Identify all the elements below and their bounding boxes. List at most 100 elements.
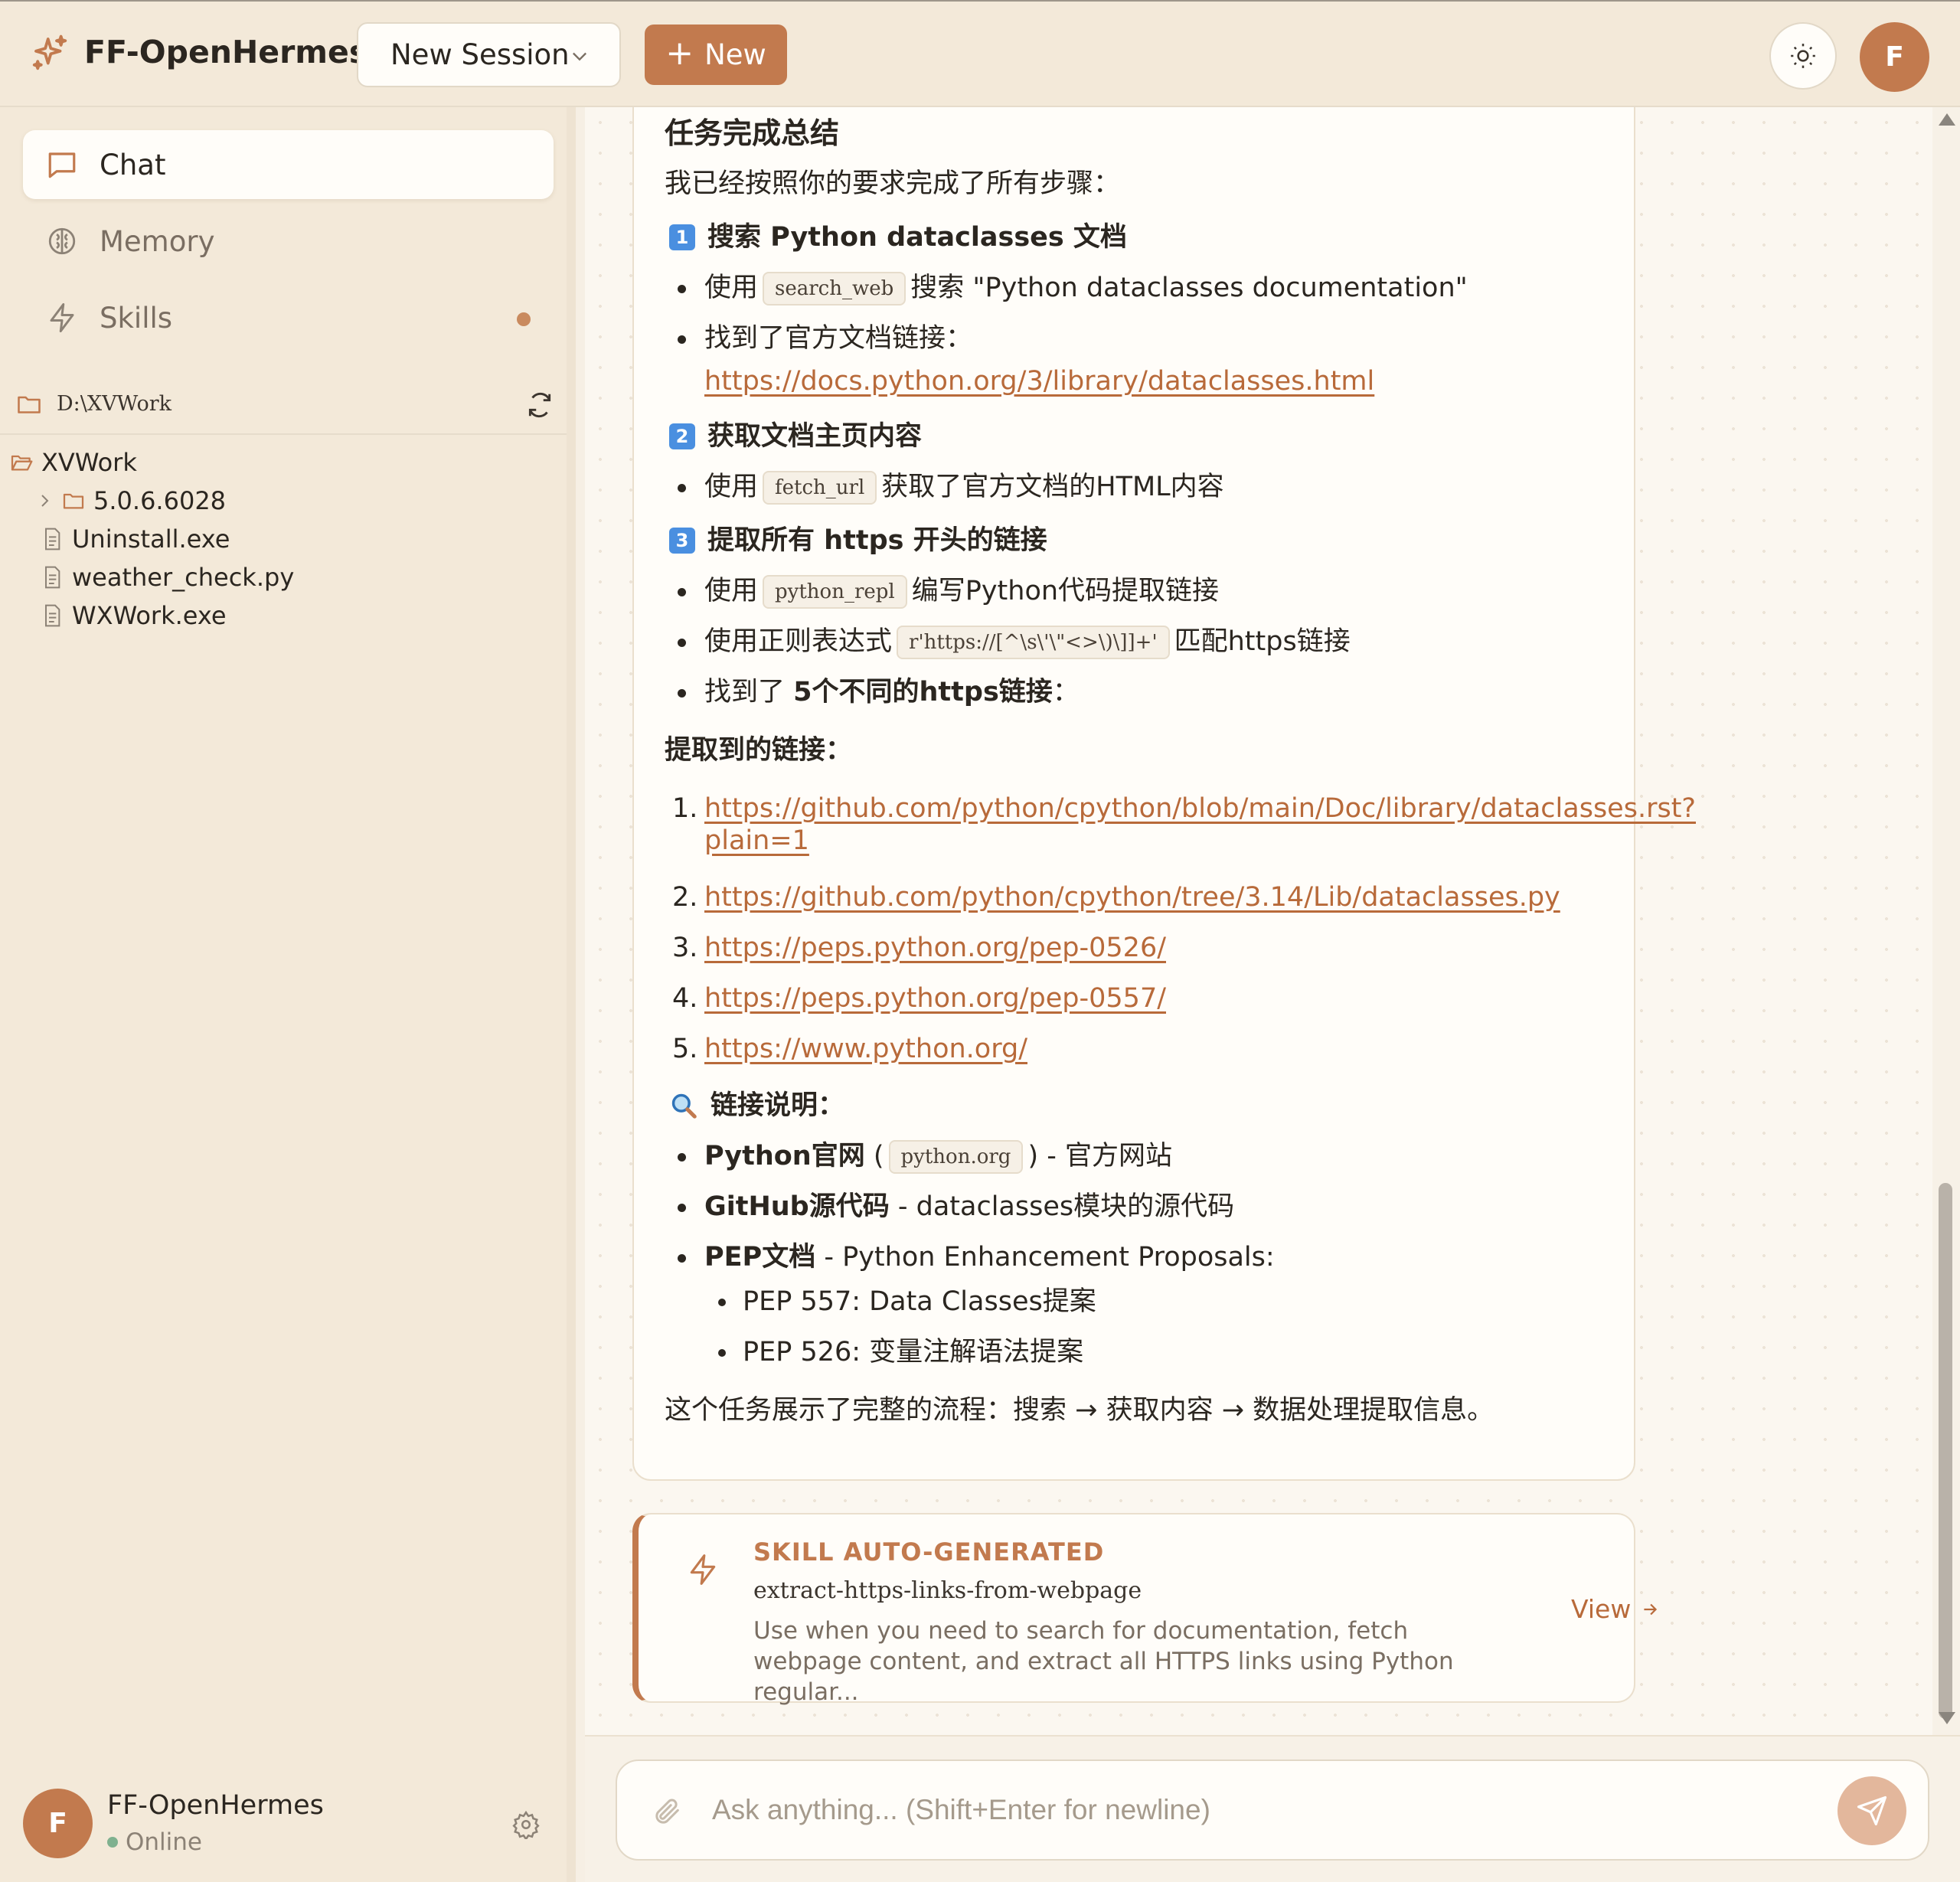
- zap-icon: [50, 303, 74, 332]
- list-item: 使用 python_repl 编写Python代码提取链接: [665, 573, 1219, 609]
- user-avatar-button[interactable]: F: [1860, 22, 1929, 92]
- list-item: 1. https://github.com/python/cpython/blo…: [665, 790, 1696, 827]
- text: ：: [1052, 677, 1080, 707]
- list-item: GitHub源代码 - dataclasses模块的源代码: [665, 1188, 1234, 1225]
- sun-icon: [1791, 44, 1815, 68]
- tree-folder-root[interactable]: XVWork: [9, 446, 137, 479]
- bold-text: PEP文档: [704, 1242, 816, 1273]
- tree-file[interactable]: WXWork.exe: [40, 599, 227, 632]
- theme-toggle-button[interactable]: [1769, 22, 1837, 90]
- list-item: PEP文档 - Python Enhancement Proposals:: [665, 1239, 1275, 1276]
- composer: [616, 1759, 1929, 1861]
- view-skill-button[interactable]: View: [1571, 1594, 1660, 1624]
- scrollbar-thumb[interactable]: [1939, 1183, 1952, 1719]
- list-item: 3. https://peps.python.org/pep-0526/: [665, 930, 1166, 966]
- inline-code: r'https://[^\s\'\"<>\)\]]+': [897, 626, 1170, 659]
- link-text[interactable]: https://docs.python.org/3/library/datacl…: [704, 366, 1374, 397]
- bold-text: Python官网: [704, 1141, 865, 1171]
- keycap-number-icon: 3: [669, 528, 695, 554]
- bold-text: GitHub源代码: [704, 1191, 890, 1222]
- sidebar-item-label: Skills: [100, 301, 173, 335]
- workspace-path-bar: D:\XVWork: [0, 375, 567, 435]
- text: 获取了官方文档的HTML内容: [881, 472, 1224, 502]
- avatar[interactable]: F: [23, 1789, 93, 1858]
- plus-icon: +: [665, 33, 694, 73]
- online-status-dot: [107, 1837, 118, 1848]
- scroll-up-arrow-icon[interactable]: [1939, 113, 1955, 126]
- list-item: 5. https://www.python.org/: [665, 1031, 1027, 1067]
- explain-heading-text: 链接说明：: [710, 1090, 845, 1121]
- step-heading: 3 提取所有 https 开头的链接: [669, 522, 1047, 559]
- tree-file[interactable]: Uninstall.exe: [40, 522, 230, 556]
- tree-folder[interactable]: 5.0.6.6028: [35, 484, 226, 518]
- chevron-right-icon: [41, 495, 49, 507]
- inline-code: python.org: [888, 1140, 1024, 1174]
- text: ) - 官方网站: [1027, 1141, 1172, 1171]
- sparkles-logo-icon: [32, 34, 67, 70]
- assistant-message: 任务完成总结 我已经按照你的要求完成了所有步骤： 1 搜索 Python dat…: [632, 107, 1696, 1481]
- send-icon: [1857, 1795, 1887, 1826]
- list-number: 2.: [672, 882, 698, 913]
- chevron-down-icon: [573, 52, 586, 61]
- link-text[interactable]: plain=1: [704, 825, 809, 856]
- list-item: 2. https://github.com/python/cpython/tre…: [665, 879, 1560, 916]
- link-text[interactable]: https://peps.python.org/pep-0557/: [704, 983, 1166, 1014]
- sidebar-item-chat[interactable]: Chat: [23, 130, 554, 199]
- text: 编写Python代码提取链接: [911, 576, 1220, 606]
- composer-area: [585, 1735, 1960, 1882]
- link-text[interactable]: https://github.com/python/cpython/tree/3…: [704, 882, 1560, 913]
- message-title: 任务完成总结: [665, 116, 840, 150]
- link-text[interactable]: https://www.python.org/: [704, 1034, 1027, 1064]
- sidebar-item-memory[interactable]: Memory: [23, 207, 554, 276]
- paperclip-icon[interactable]: [652, 1796, 683, 1827]
- folder-icon: [63, 493, 84, 509]
- list-number: 1.: [672, 793, 698, 824]
- chat-scroll-area: 任务完成总结 我已经按照你的要求完成了所有步骤： 1 搜索 Python dat…: [585, 107, 1932, 1735]
- inline-code: fetch_url: [763, 471, 877, 505]
- file-icon: [45, 604, 60, 627]
- session-dropdown[interactable]: New Session: [357, 22, 621, 87]
- file-icon: [45, 528, 60, 551]
- list-item: Python官网 (python.org) - 官方网站: [665, 1138, 1172, 1175]
- link-text[interactable]: https://github.com/python/cpython/blob/m…: [704, 793, 1696, 824]
- message-square-icon: [48, 152, 76, 178]
- keycap-number-icon: 2: [669, 423, 695, 449]
- skill-description: Use when you need to search for document…: [753, 1617, 1454, 1706]
- user-status-label: Online: [126, 1828, 202, 1856]
- text: 使用: [704, 576, 759, 606]
- inline-code: python_repl: [763, 575, 907, 609]
- folder-icon: [18, 396, 41, 413]
- chat-scrollbar[interactable]: [1932, 107, 1960, 1735]
- doc-link[interactable]: https://docs.python.org/3/library/datacl…: [704, 363, 1374, 400]
- brain-icon: [48, 227, 76, 255]
- message-conclusion: 这个任务展示了完整的流程：搜索 → 获取内容 → 数据处理提取信息。: [665, 1395, 1494, 1426]
- inline-code: search_web: [763, 272, 906, 305]
- top-header: FF-OpenHermes New Session + New F: [0, 0, 1960, 107]
- refresh-icon[interactable]: [525, 390, 554, 420]
- link-text[interactable]: https://peps.python.org/pep-0526/: [704, 933, 1166, 963]
- app-title: FF-OpenHermes: [84, 34, 368, 70]
- folder-open-icon: [11, 455, 33, 471]
- tree-item-label: weather_check.py: [72, 563, 295, 592]
- skill-notification-card: SKILL AUTO-GENERATED extract-https-links…: [632, 1513, 1658, 1706]
- skill-name: extract-https-links-from-webpage: [753, 1577, 1142, 1604]
- send-button[interactable]: [1838, 1776, 1906, 1845]
- scroll-down-arrow-icon[interactable]: [1939, 1712, 1955, 1724]
- new-session-button[interactable]: + New: [645, 25, 787, 85]
- file-icon: [45, 566, 60, 589]
- tree-item-label: 5.0.6.6028: [93, 486, 227, 515]
- sidebar-item-label: Chat: [100, 148, 166, 181]
- list-item: 找到了官方文档链接：: [665, 320, 972, 357]
- user-name: FF-OpenHermes: [107, 1790, 324, 1821]
- text: - Python Enhancement Proposals:: [815, 1242, 1275, 1273]
- text: 使用: [704, 273, 759, 303]
- step-heading-text: 搜索 Python dataclasses 文档: [707, 222, 1127, 253]
- list-number: 5.: [672, 1034, 698, 1064]
- gear-icon[interactable]: [511, 1810, 541, 1839]
- skills-notification-dot: [517, 312, 531, 326]
- tree-file[interactable]: weather_check.py: [40, 560, 294, 594]
- chat-input[interactable]: [712, 1761, 1784, 1859]
- step-heading-text: 提取所有 https 开头的链接: [707, 525, 1047, 556]
- list-item: 使用正则表达式 r'https://[^\s\'\"<>\)\]]+' 匹配http…: [665, 623, 1351, 660]
- sidebar-item-skills[interactable]: Skills: [23, 283, 554, 352]
